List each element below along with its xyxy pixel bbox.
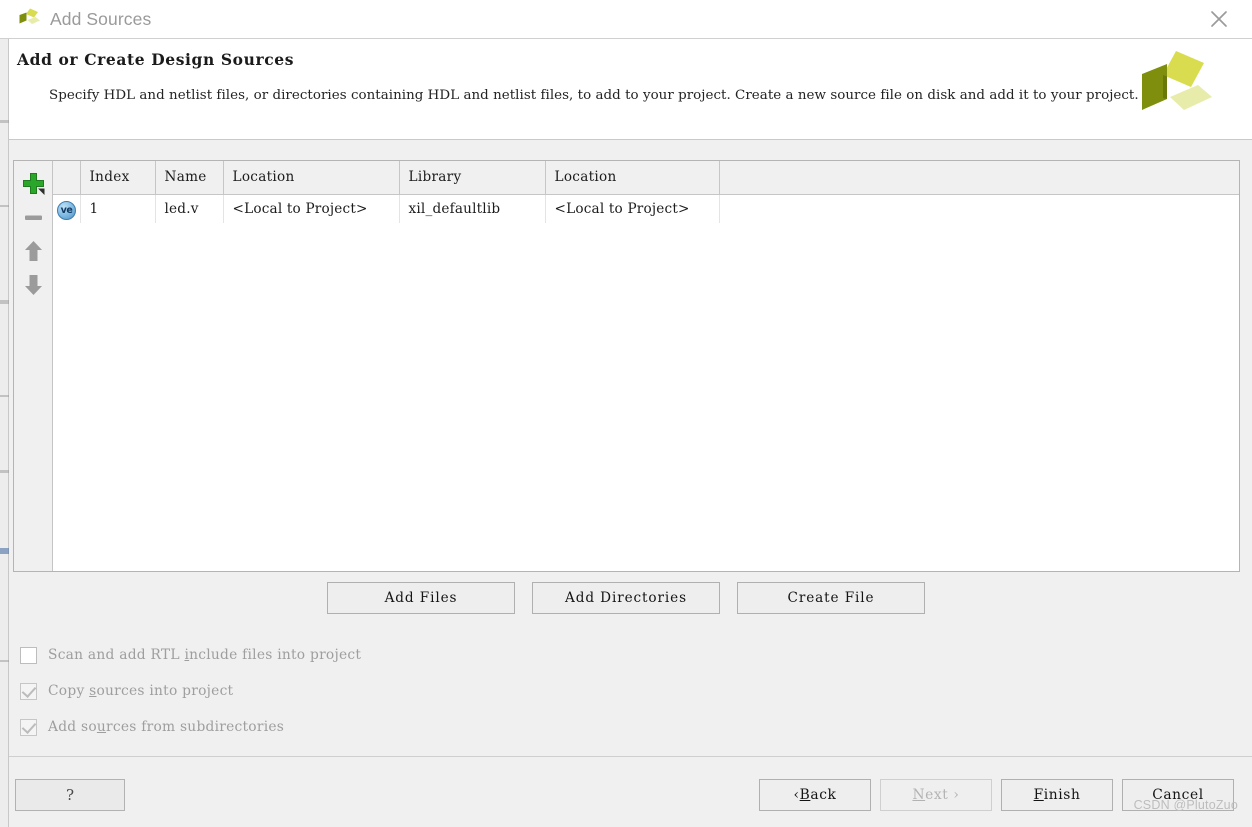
col-header-location[interactable]: Location [223, 161, 400, 195]
options-group: Scan and add RTL include files into proj… [20, 637, 361, 745]
create-file-button[interactable]: Create File [737, 582, 925, 614]
wizard-nav-buttons: ‹ Back Next › Finish Cancel [759, 779, 1234, 811]
dialog-header: Add or Create Design Sources Specify HDL… [9, 39, 1252, 140]
option-copy-sources-label: Copy sources into project [48, 683, 234, 699]
option-add-subdirectories[interactable]: Add sources from subdirectories [20, 709, 361, 745]
row-location2: <Local to Project> [545, 194, 720, 223]
next-button[interactable]: Next › [880, 779, 992, 811]
help-button[interactable]: ? [15, 779, 125, 811]
window-title: Add Sources [50, 8, 152, 29]
finish-button[interactable]: Finish [1001, 779, 1113, 811]
arrow-down-icon[interactable] [14, 268, 53, 302]
option-add-subdirectories-label: Add sources from subdirectories [48, 719, 285, 735]
source-action-buttons: Add Files Add Directories Create File [0, 582, 1252, 616]
col-header-name[interactable]: Name [155, 161, 224, 195]
row-filler [719, 194, 1239, 223]
col-header-index[interactable]: Index [80, 161, 156, 195]
option-scan-rtl-include[interactable]: Scan and add RTL include files into proj… [20, 637, 361, 673]
arrow-up-icon[interactable] [14, 234, 53, 268]
checkbox-scan-rtl-include[interactable] [20, 646, 37, 664]
table-row[interactable]: ve 1 led.v <Local to Project> xil_defaul… [53, 194, 1239, 223]
verilog-file-icon: ve [57, 201, 76, 221]
xilinx-logo-icon [17, 8, 41, 30]
row-name: led.v [155, 194, 224, 223]
add-directories-button[interactable]: Add Directories [532, 582, 720, 614]
back-button[interactable]: ‹ Back [759, 779, 871, 811]
add-files-button[interactable]: Add Files [327, 582, 515, 614]
option-copy-sources[interactable]: Copy sources into project [20, 673, 361, 709]
table-header-row: Index Name Location Library Location [53, 161, 1239, 195]
sources-grid[interactable]: Index Name Location Library Location ve … [53, 161, 1239, 571]
page-title: Add or Create Design Sources [17, 50, 295, 69]
title-bar: Add Sources [0, 0, 1252, 39]
minus-icon[interactable] [14, 200, 53, 234]
close-icon[interactable] [1196, 0, 1242, 38]
xilinx-logo-icon [1136, 49, 1214, 129]
sources-table: Index Name Location Library Location ve … [53, 161, 1239, 223]
row-library[interactable]: xil_defaultlib [399, 194, 546, 223]
plus-icon[interactable] [14, 166, 53, 200]
add-sources-dialog: Add Sources Add or Create Design Sources… [0, 0, 1252, 827]
sources-panel: Index Name Location Library Location ve … [13, 160, 1240, 572]
checkbox-add-subdirectories[interactable] [20, 718, 37, 736]
row-file-type-cell: ve [53, 194, 81, 223]
row-index: 1 [80, 194, 156, 223]
cancel-button[interactable]: Cancel [1122, 779, 1234, 811]
col-header-filler [719, 161, 1239, 195]
col-header-location2[interactable]: Location [545, 161, 720, 195]
col-header-library[interactable]: Library [399, 161, 546, 195]
sources-toolbar [14, 161, 53, 571]
row-location: <Local to Project> [223, 194, 400, 223]
checkbox-copy-sources[interactable] [20, 682, 37, 700]
col-header-icon[interactable] [53, 161, 81, 195]
window-left-edge [0, 0, 9, 827]
option-scan-rtl-include-label: Scan and add RTL include files into proj… [48, 647, 362, 663]
footer-bar: ? ‹ Back Next › Finish Cancel [9, 757, 1252, 827]
page-description: Specify HDL and netlist files, or direct… [49, 88, 1139, 103]
